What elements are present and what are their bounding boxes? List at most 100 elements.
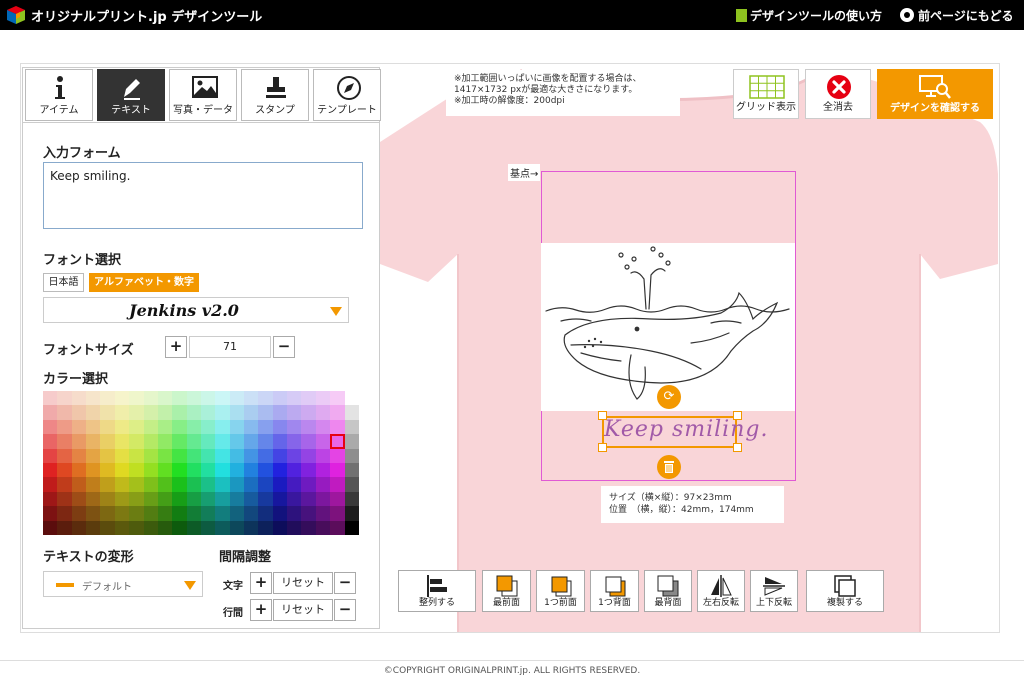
color-swatch[interactable] [129, 434, 145, 450]
color-swatch[interactable] [258, 477, 274, 493]
text-input-field[interactable] [43, 162, 363, 229]
flip-vertical-button[interactable]: 上下反転 [750, 570, 798, 612]
color-swatch[interactable] [100, 391, 116, 406]
color-swatch[interactable] [129, 419, 145, 435]
color-swatch[interactable] [272, 419, 288, 435]
tab-text[interactable]: テキスト [97, 69, 165, 121]
color-swatch[interactable] [71, 506, 87, 522]
color-swatch[interactable] [86, 434, 101, 450]
color-swatch[interactable] [43, 491, 58, 507]
color-swatch[interactable] [287, 520, 302, 536]
color-swatch[interactable] [215, 506, 231, 522]
color-swatch[interactable] [172, 448, 188, 464]
color-swatch[interactable] [186, 463, 202, 478]
color-swatch[interactable] [100, 448, 116, 464]
color-swatch[interactable] [157, 506, 173, 522]
color-swatch[interactable] [57, 448, 73, 464]
color-swatch[interactable] [143, 491, 159, 507]
color-swatch[interactable] [200, 405, 216, 421]
color-swatch[interactable] [129, 477, 145, 493]
color-swatch[interactable] [100, 520, 116, 536]
color-swatch[interactable] [157, 463, 173, 478]
char-spacing-reset-button[interactable]: リセット [273, 572, 333, 594]
color-swatch[interactable] [200, 448, 216, 464]
line-spacing-increase-button[interactable]: + [250, 599, 272, 621]
color-swatch[interactable] [186, 391, 202, 406]
font-size-decrease-button[interactable]: − [273, 336, 295, 358]
color-swatch[interactable] [215, 448, 231, 464]
color-swatch[interactable] [186, 448, 202, 464]
color-swatch[interactable] [43, 520, 58, 536]
color-swatch[interactable] [129, 491, 145, 507]
color-swatch[interactable] [215, 405, 231, 421]
color-swatch[interactable] [229, 506, 245, 522]
color-swatch[interactable] [244, 448, 259, 464]
color-swatch[interactable] [200, 491, 216, 507]
flip-horizontal-button[interactable]: 左右反転 [697, 570, 745, 612]
color-swatch[interactable] [157, 477, 173, 493]
duplicate-button[interactable]: 複製する [806, 570, 884, 612]
color-swatch[interactable] [330, 448, 346, 464]
color-swatch[interactable] [215, 463, 231, 478]
color-swatch[interactable] [129, 391, 145, 406]
color-swatch[interactable] [258, 419, 274, 435]
font-select-dropdown[interactable]: Jenkins v2.0 [43, 297, 349, 323]
resize-handle-br[interactable] [733, 443, 742, 452]
color-swatch[interactable] [301, 520, 317, 536]
text-object[interactable]: Keep smiling. [602, 416, 767, 448]
color-swatch[interactable] [315, 391, 331, 406]
color-swatch[interactable] [330, 463, 346, 478]
color-swatch[interactable] [287, 391, 302, 406]
color-swatch[interactable] [186, 506, 202, 522]
color-swatch[interactable] [172, 434, 188, 450]
color-swatch[interactable] [186, 419, 202, 435]
color-swatch[interactable] [287, 405, 302, 421]
color-swatch[interactable] [172, 506, 188, 522]
color-swatch[interactable] [244, 463, 259, 478]
color-swatch[interactable] [71, 434, 87, 450]
resize-handle-bl[interactable] [598, 443, 607, 452]
color-swatch[interactable] [287, 419, 302, 435]
color-swatch[interactable] [43, 434, 58, 450]
color-swatch[interactable] [215, 477, 231, 493]
color-swatch[interactable] [301, 506, 317, 522]
color-swatch[interactable] [229, 419, 245, 435]
color-swatch[interactable] [258, 434, 274, 450]
color-palette[interactable] [43, 391, 360, 536]
color-swatch[interactable] [301, 448, 317, 464]
color-swatch[interactable] [129, 405, 145, 421]
color-swatch[interactable] [287, 477, 302, 493]
align-button[interactable]: 整列する [398, 570, 476, 612]
color-swatch[interactable] [258, 520, 274, 536]
color-swatch[interactable] [272, 434, 288, 450]
color-swatch[interactable] [86, 405, 101, 421]
lang-japanese-button[interactable]: 日本語 [43, 273, 84, 292]
color-swatch[interactable] [43, 391, 58, 406]
color-swatch[interactable] [200, 434, 216, 450]
color-swatch[interactable] [244, 405, 259, 421]
back-link[interactable]: 前ページにもどる [900, 7, 1014, 24]
color-swatch[interactable] [43, 463, 58, 478]
site-title[interactable]: オリジナルプリント.jp デザインツール [31, 6, 262, 25]
color-swatch[interactable] [86, 506, 101, 522]
color-swatch[interactable] [330, 405, 346, 421]
color-swatch[interactable] [172, 491, 188, 507]
color-swatch[interactable] [57, 463, 73, 478]
confirm-design-button[interactable]: デザインを確認する [877, 69, 993, 119]
color-swatch[interactable] [272, 477, 288, 493]
color-swatch[interactable] [172, 477, 188, 493]
color-swatch[interactable] [186, 434, 202, 450]
color-swatch[interactable] [244, 491, 259, 507]
tab-stamp[interactable]: スタンプ [241, 69, 309, 121]
bring-to-front-button[interactable]: 最前面 [482, 570, 531, 612]
color-swatch[interactable] [157, 520, 173, 536]
text-transform-dropdown[interactable]: デフォルト [43, 571, 203, 597]
color-swatch[interactable] [172, 419, 188, 435]
color-swatch[interactable] [86, 520, 101, 536]
color-swatch[interactable] [200, 506, 216, 522]
send-to-back-button[interactable]: 最背面 [644, 570, 692, 612]
color-swatch[interactable] [114, 463, 130, 478]
color-swatch[interactable] [301, 419, 317, 435]
color-swatch[interactable] [172, 391, 188, 406]
color-swatch[interactable] [100, 506, 116, 522]
